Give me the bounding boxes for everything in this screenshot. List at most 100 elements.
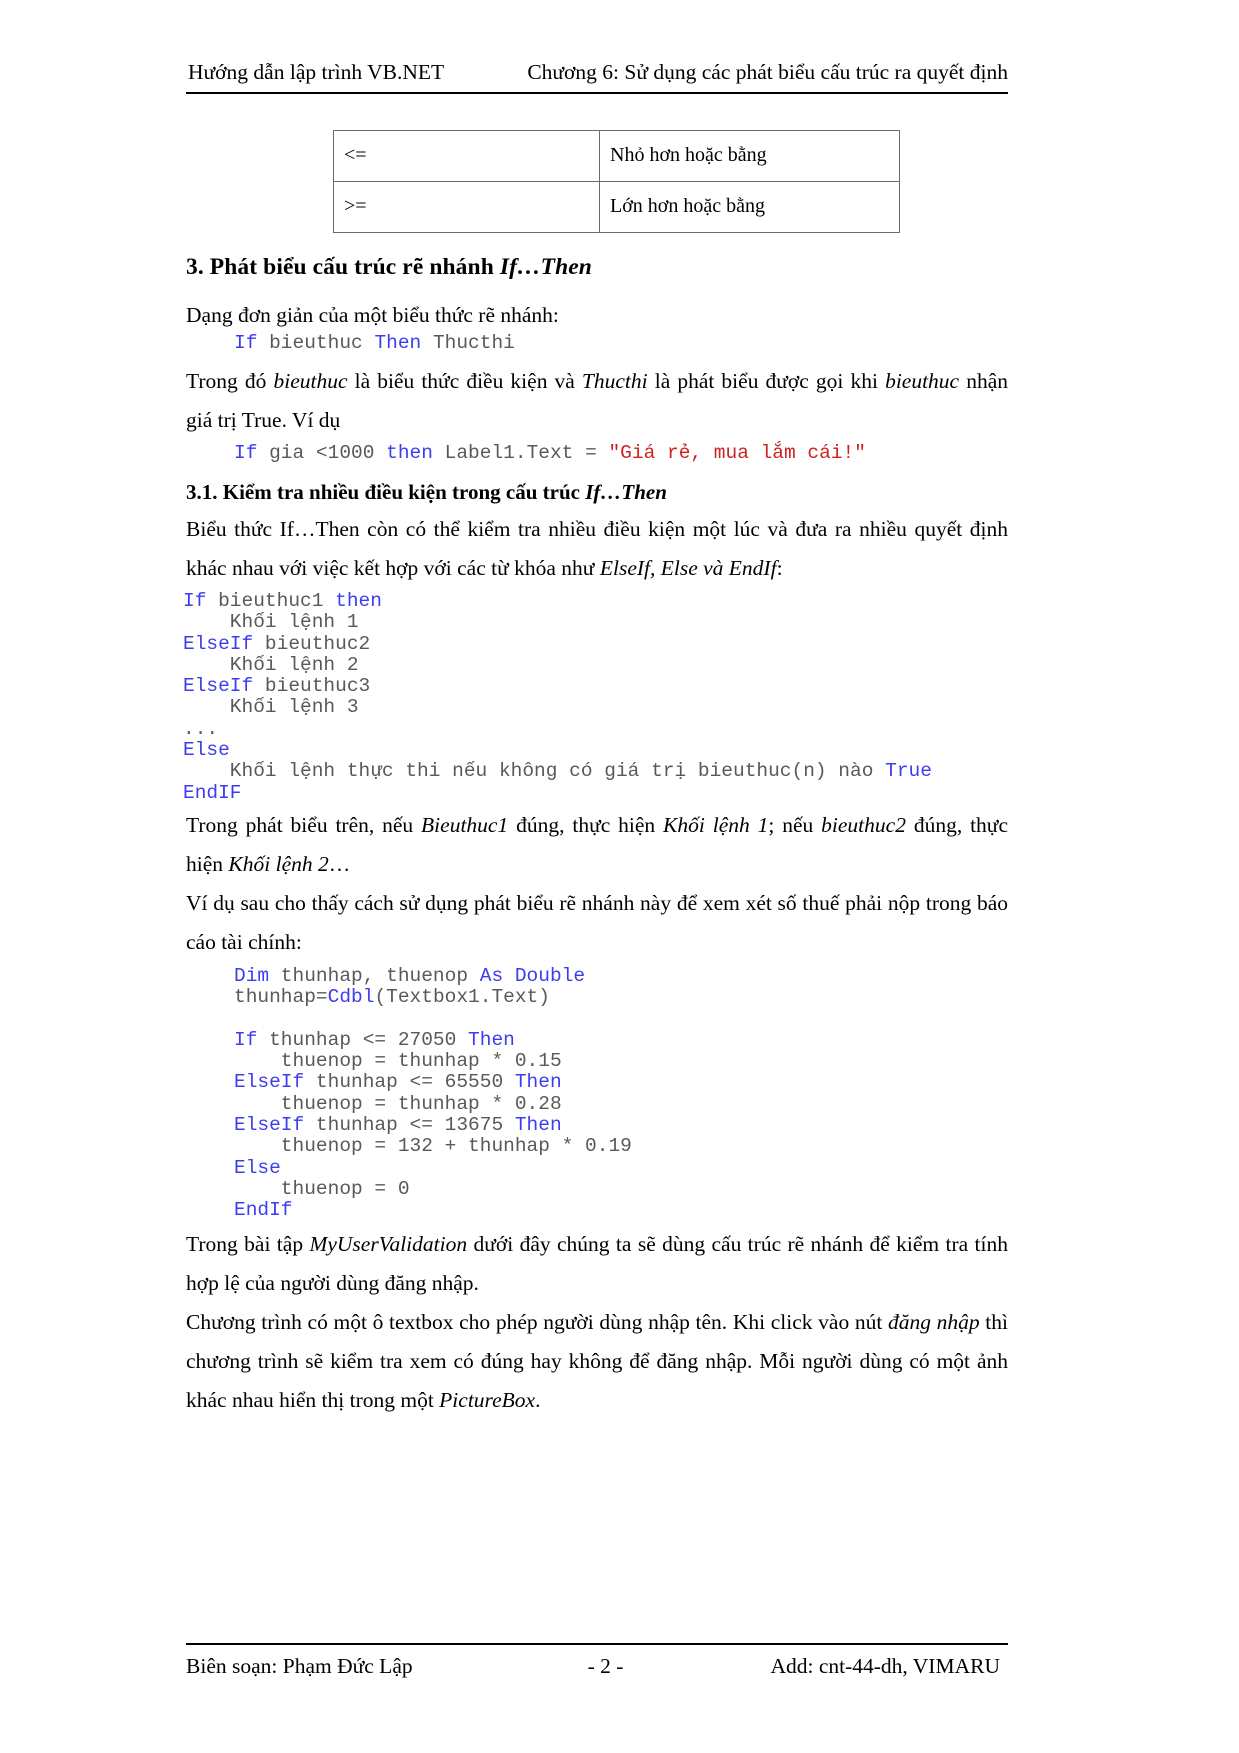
code-text: Khối lệnh 3 (183, 696, 359, 719)
code-line: Dim thunhap, thuenop As Double (186, 965, 1016, 987)
header-divider (186, 92, 1008, 94)
code-string-literal: "Giá rẻ, mua lắm cái!" (608, 442, 866, 464)
para31-part-b: : (776, 556, 783, 580)
para5-part-a: Chương trình có một ô textbox cho phép n… (186, 1310, 888, 1334)
operator-symbol: >= (333, 181, 600, 233)
section-31-para2-wrap: Trong phát biểu trên, nếu Bieuthuc1 đúng… (186, 806, 1008, 884)
code-line: Khối lệnh 1 (183, 612, 1013, 633)
code-text: Khối lệnh 1 (183, 611, 359, 634)
para2-part-c: ; nếu (768, 813, 822, 837)
operators-table: <= Nhỏ hơn hoặc bằng >= Lớn hơn hoặc bằn… (333, 130, 900, 233)
code-keyword-then: Then (514, 1071, 562, 1094)
para2-italic-khoilenh2: Khối lệnh 2 (228, 852, 329, 876)
para5-italic-picturebox: PictureBox (439, 1388, 536, 1412)
code-line: Else (183, 739, 1013, 762)
table-row: <= Nhỏ hơn hoặc bằng (333, 130, 900, 182)
section-31-para5: Chương trình có một ô textbox cho phép n… (186, 1303, 1008, 1420)
code-text: bieuthuc3 (253, 675, 371, 698)
code-indent-spacer (186, 332, 234, 354)
code-line-gia-example: If gia <1000 then Label1.Text = "Giá rẻ,… (186, 442, 1008, 464)
code-line: Else (186, 1156, 1016, 1179)
code-text: thuenop = 0 (234, 1177, 410, 1200)
header-left-text: Hướng dẫn lập trình VB.NET (188, 60, 445, 84)
code-expr-thucthi: Thucthi (421, 332, 515, 354)
para2-italic-khoilenh1: Khối lệnh 1 (663, 813, 769, 837)
para1-part-b: là biểu thức điều kiện và (347, 369, 582, 393)
code-indent-spacer (186, 442, 234, 464)
code-assign-label: Label1.Text = (432, 442, 609, 464)
footer-divider (186, 1643, 1008, 1645)
code-block-tax-example: Dim thunhap, thuenop As Double thunhap=C… (186, 965, 1016, 1222)
para31-italic-keywords: ElseIf, Else và EndIf (599, 556, 777, 580)
para5-italic-dangnhap: đăng nhập (887, 1310, 980, 1334)
code-text: thunhap <= 27050 (257, 1028, 469, 1051)
code-keyword-if: If (234, 332, 258, 354)
code-text: (Textbox1.Text) (374, 986, 550, 1009)
section-3-para1: Trong đó bieuthuc là biểu thức điều kiện… (186, 362, 1008, 440)
code-line: EndIF (183, 781, 1013, 804)
document-page: Hướng dẫn lập trình VB.NET Chương 6: Sử … (0, 0, 1239, 1753)
code-text: thunhap= (234, 986, 328, 1009)
para2-italic-bieuthuc1: Bieuthuc1 (421, 813, 509, 837)
code-keyword-elseif: ElseIf (234, 1114, 305, 1137)
code-text: bieuthuc1 (206, 590, 336, 612)
section-31-para3-wrap: Ví dụ sau cho thấy cách sử dụng phát biể… (186, 884, 1008, 962)
code-keyword-2: then (335, 590, 382, 612)
code-keyword-double: Double (514, 965, 586, 987)
code-text: thuenop = 132 + thunhap * 0.19 (234, 1135, 632, 1158)
code-keyword-then: Then (468, 1028, 515, 1051)
code-cond-gia: gia <1000 (257, 442, 387, 464)
section-31-heading-italic: If…Then (585, 480, 667, 504)
code-line: If thunhap <= 27050 Then (186, 1028, 1016, 1051)
section-31-para3: Ví dụ sau cho thấy cách sử dụng phát biể… (186, 891, 1008, 954)
code-text: thuenop = thunhap * 0.15 (234, 1050, 562, 1073)
code-line: thunhap=Cdbl(Textbox1.Text) (186, 987, 1016, 1008)
code-line: ElseIf thunhap <= 13675 Then (186, 1114, 1016, 1137)
code-line: Khối lệnh 3 (183, 697, 1013, 718)
operator-symbol: <= (333, 130, 600, 182)
code-keyword-else: Else (234, 1156, 281, 1179)
footer-right-text: Add: cnt-44-dh, VIMARU (770, 1654, 1000, 1678)
code-keyword-then: Then (514, 1114, 562, 1137)
section-3-intro: Dạng đơn giản của một biểu thức rẽ nhánh… (186, 303, 559, 327)
code-keyword: EndIF (183, 781, 242, 804)
para31-part-a: Biểu thức If…Then còn có thể kiểm tra nh… (186, 517, 1008, 580)
code-keyword: If (183, 590, 207, 612)
code-text: Khối lệnh 2 (183, 653, 359, 676)
code-line: ElseIf bieuthuc3 (183, 676, 1013, 697)
para2-part-a: Trong phát biểu trên, nếu (186, 813, 422, 837)
section-3-heading-plain: 3. Phát biểu cấu trúc rẽ nhánh (186, 254, 500, 280)
para4-part-a: Trong bài tập (186, 1232, 310, 1256)
code-line: ElseIf thunhap <= 65550 Then (186, 1072, 1016, 1093)
code-keyword: Else (183, 739, 230, 762)
code-text: bieuthuc2 (253, 632, 371, 655)
operator-description: Nhỏ hơn hoặc bằng (599, 130, 900, 182)
code-keyword-elseif: ElseIf (234, 1071, 305, 1094)
section-3-heading: 3. Phát biểu cấu trúc rẽ nhánh If…Then (186, 252, 1008, 282)
code-keyword: ElseIf (183, 632, 254, 655)
section-31-para5-wrap: Chương trình có một ô textbox cho phép n… (186, 1303, 1008, 1420)
section-3-heading-wrap: 3. Phát biểu cấu trúc rẽ nhánh If…Then (186, 252, 1008, 282)
para1-part-c: là phát biểu được gọi khi (647, 369, 886, 393)
code-line: If bieuthuc1 then (183, 590, 1013, 612)
code-line: thuenop = thunhap * 0.28 (186, 1093, 1016, 1115)
code-text: thunhap <= 13675 (304, 1114, 515, 1137)
code-line: thuenop = 0 (186, 1177, 1016, 1200)
section-3-heading-italic: If…Then (499, 254, 592, 280)
para5-part-c: . (535, 1388, 541, 1412)
table-row: >= Lớn hơn hoặc bằng (333, 181, 900, 233)
code-line: thuenop = 132 + thunhap * 0.19 (186, 1136, 1016, 1157)
code-keyword-endif: EndIf (234, 1199, 293, 1222)
code-keyword-dim: Dim (234, 965, 270, 987)
code-keyword-if: If (234, 442, 258, 464)
header-right-text: Chương 6: Sử dụng các phát biểu cấu trúc… (527, 60, 1008, 84)
code-keyword-true: True (885, 760, 932, 783)
code-line-simple-if: If bieuthuc Then Thucthi (186, 332, 1008, 354)
footer-left-text: Biên soạn: Phạm Đức Lập (186, 1654, 413, 1678)
section-31-heading: 3.1. Kiểm tra nhiều điều kiện trong cấu … (186, 477, 1008, 507)
code-line: ... (183, 718, 1013, 740)
code-keyword-as: As (479, 965, 504, 987)
section-31-para4-wrap: Trong bài tập MyUserValidation dưới đây … (186, 1225, 1008, 1303)
code-block-ifelse-pseudo: If bieuthuc1 then Khối lệnh 1 ElseIf bie… (183, 590, 1013, 804)
